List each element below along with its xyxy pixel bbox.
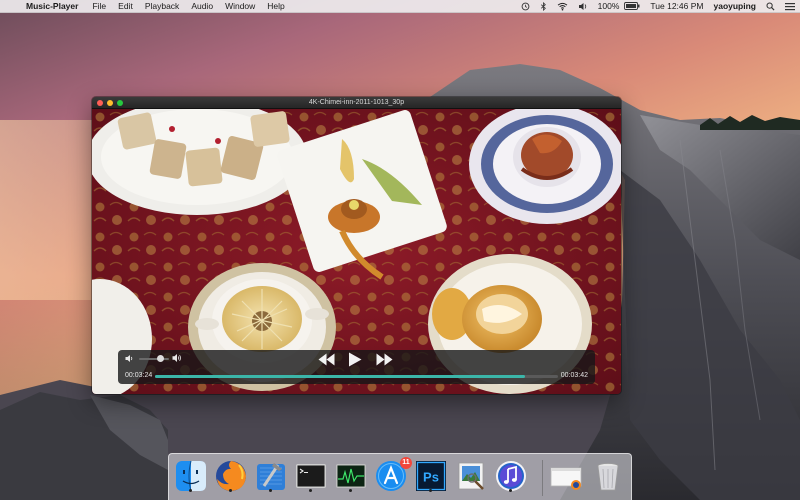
notification-center-icon[interactable] [780,2,800,11]
itunes-icon [496,461,526,491]
volume-slider-knob[interactable] [156,355,164,362]
preview-icon [458,462,484,490]
firefox-document-icon [550,467,582,490]
finder-running-indicator [189,489,192,492]
volume-high-icon[interactable] [172,353,183,363]
seek-bar-progress [155,375,526,378]
spotlight-icon[interactable] [761,1,780,11]
activity-monitor-icon [336,464,366,488]
minimize-window-button[interactable] [107,100,113,106]
menu-file[interactable]: File [86,0,112,13]
dock-terminal[interactable] [294,459,328,493]
fast-forward-button[interactable] [376,353,393,366]
dock-document-stack[interactable] [549,459,583,493]
photoshop-running-indicator [429,489,432,492]
menu-edit[interactable]: Edit [112,0,139,13]
dock-preview[interactable] [454,459,488,493]
dock-itunes[interactable] [494,459,528,493]
terminal-icon [296,464,326,488]
xcode-icon [257,463,285,490]
dock-separator [542,460,543,496]
window-title: 4K-Chimei-inn-2011-1013_30p [308,99,405,106]
photoshop-icon: Ps [416,461,446,491]
seek-bar[interactable] [155,375,558,378]
volume-status-icon[interactable] [573,2,593,11]
xcode-running-indicator [269,489,272,492]
user-name[interactable]: yaoyuping [708,0,761,13]
dock-firefox[interactable] [214,459,248,493]
menu-window[interactable]: Window [219,0,261,13]
firefox-icon [216,461,246,491]
activity-monitor-running-indicator [349,489,352,492]
close-window-button[interactable] [97,100,103,106]
firefox-running-indicator [229,489,232,492]
wifi-icon[interactable] [552,2,573,11]
menu-app-name[interactable]: Music-Player [22,0,86,13]
trash-icon [597,463,619,491]
player-window: 4K-Chimei-inn-2011-1013_30p 00:03:24 00:… [92,97,621,394]
itunes-running-indicator [509,489,512,492]
dock: 11 Ps [168,453,632,500]
clock[interactable]: Tue 12:46 PM [645,0,708,13]
total-time: 00:03:42 [560,372,588,379]
bluetooth-icon[interactable] [535,1,552,11]
dock-xcode[interactable] [254,459,288,493]
app-store-badge: 11 [400,457,412,469]
dock-trash[interactable] [591,459,625,493]
status-area: 100% Tue 12:46 PM yaoyuping [516,0,800,13]
menu-playback[interactable]: Playback [139,0,186,13]
dock-app-store[interactable]: 11 [374,457,412,493]
window-titlebar[interactable]: 4K-Chimei-inn-2011-1013_30p [92,97,621,109]
volume-slider[interactable] [139,358,169,360]
battery-icon[interactable] [624,2,645,10]
dock-finder[interactable] [174,459,208,493]
playback-controls: 00:03:24 00:03:42 [118,350,595,384]
dock-activity-monitor[interactable] [334,459,368,493]
fullscreen-window-button[interactable] [117,100,123,106]
photoshop-label: Ps [423,470,439,485]
menu-help[interactable]: Help [261,0,290,13]
dock-photoshop[interactable]: Ps [414,459,448,493]
menu-audio[interactable]: Audio [185,0,219,13]
terminal-running-indicator [309,489,312,492]
rewind-button[interactable] [318,353,335,366]
volume-low-icon[interactable] [125,354,134,363]
window-controls [97,100,123,106]
elapsed-time: 00:03:24 [125,372,153,379]
menu-bar: Music-Player File Edit Playback Audio Wi… [0,0,800,13]
finder-icon [176,460,206,492]
play-button[interactable] [348,352,362,367]
battery-percent[interactable]: 100% [593,0,625,13]
time-machine-icon[interactable] [516,2,535,11]
